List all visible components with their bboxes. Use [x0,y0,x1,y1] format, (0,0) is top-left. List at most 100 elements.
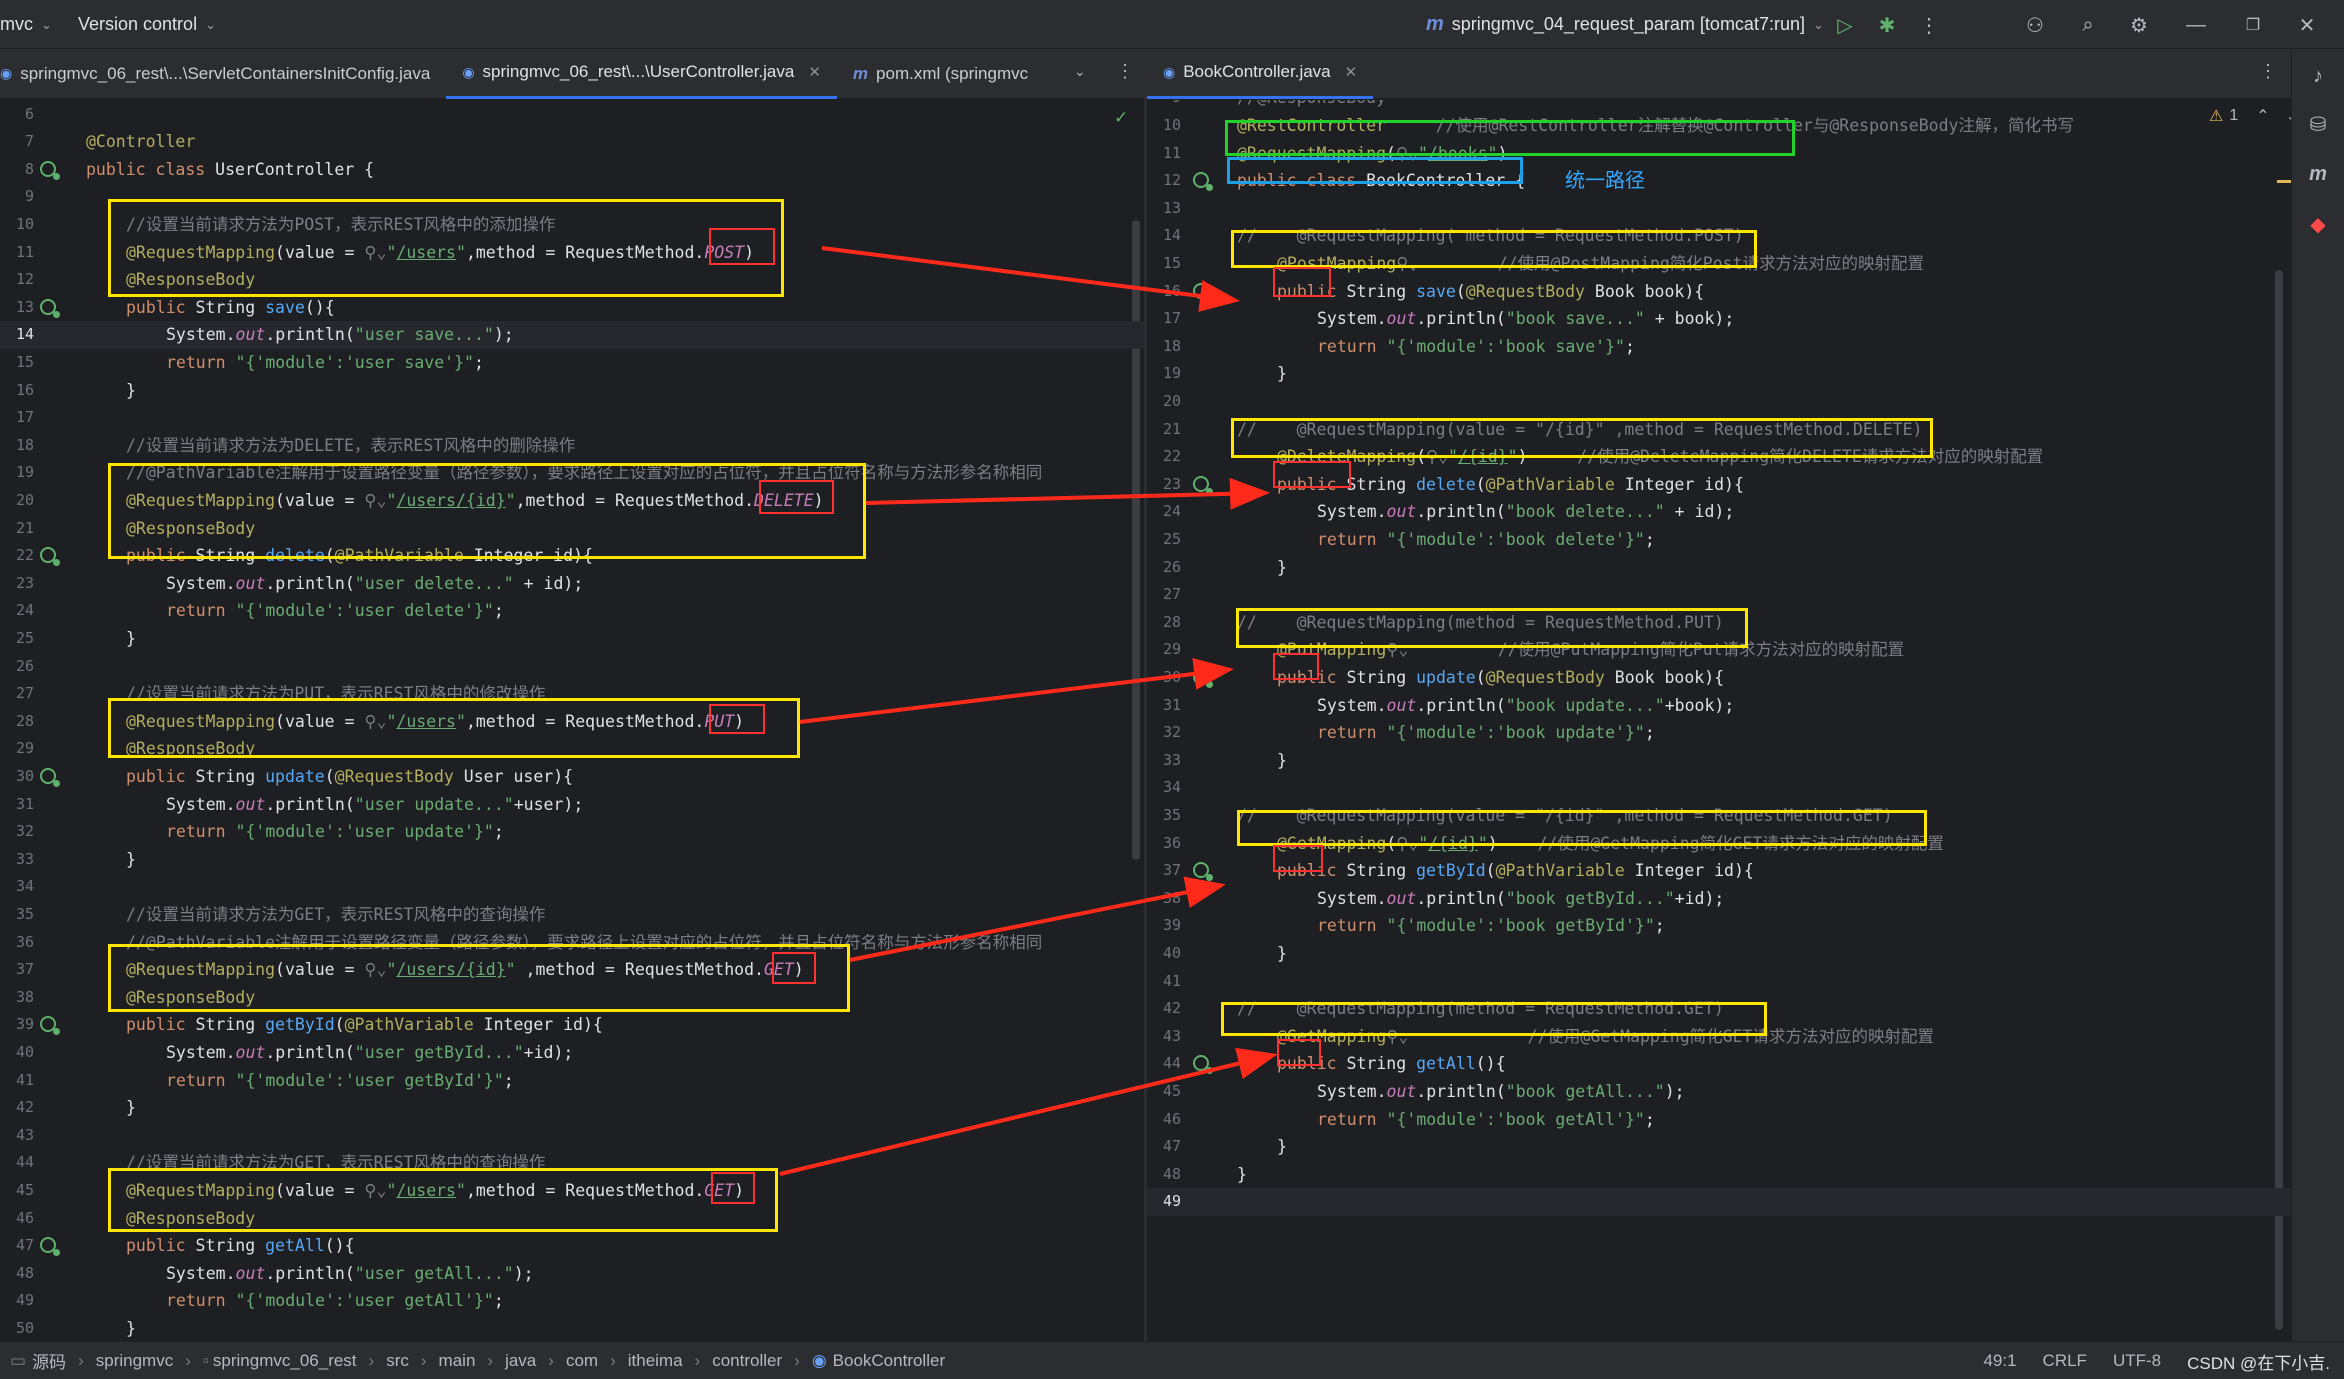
vcs-menu[interactable]: Version control ⌄ [78,0,216,49]
code-line: 15 return "{'module':'user save'}"; [15,352,484,372]
code-line: 6 [24,104,34,123]
code-line: 17 [15,408,34,427]
code-line: 37 @RequestMapping(value = ⚲⌄"/users/{id}… [15,960,804,980]
tab-label: springmvc_06_rest\...\ServletContainersI… [20,63,431,83]
breadcrumb-item[interactable]: itheima [628,1351,683,1371]
endpoint-gutter-icon [40,1016,60,1036]
code-line: 21 @ResponseBody [15,518,256,538]
endpoint-gutter-icon [40,767,60,787]
run-config-label: springmvc_04_request_param [tomcat7:run] [1451,14,1805,34]
run-icon[interactable]: ▷ [1830,10,1860,40]
code-line: 48} [1162,1164,1247,1184]
code-line: 14// @RequestMapping( method = RequestMe… [1162,226,1744,246]
search-icon[interactable]: ⌕ [2073,10,2103,40]
add-user-icon[interactable]: ⚇ [2020,10,2050,40]
code-line: 27 [1162,585,1181,604]
code-line: 23 public String delete(@PathVariable Int… [1162,474,1744,495]
settings-gear-icon[interactable]: ⚙ [2124,10,2154,40]
close-window-icon[interactable]: ✕ [2292,10,2322,40]
run-config-selector[interactable]: m springmvc_04_request_param [tomcat7:ru… [1426,0,1824,49]
code-line-current: 49 [1147,1188,2291,1216]
code-line: 31 System.out.println("user update..."+us… [15,794,584,814]
breadcrumb-item[interactable]: springmvc_06_rest [213,1351,357,1371]
code-line: 50} [15,1318,136,1338]
code-editor-book-controller[interactable]: ⚠ 1 ⌃ ⌄ 9//@ResponseBody 10@RestControll… [1147,100,2291,1341]
code-line: 41 return "{'module':'user getById'}"; [15,1070,514,1090]
close-tab-icon[interactable]: ✕ [808,63,821,81]
more-actions-icon[interactable]: ⋮ [1914,10,1944,40]
project-menu[interactable]: mvc ⌄ [0,0,52,49]
code-line: 44//设置当前请求方法为GET，表示REST风格中的查询操作 [15,1153,546,1173]
breadcrumb-item[interactable]: controller [712,1351,782,1371]
chevron-down-icon: ⌄ [1812,16,1824,32]
code-line: 38 System.out.println("book getById..."+i… [1162,888,1725,908]
code-line: 34 [15,877,34,896]
code-line: 33} [15,849,136,869]
code-line: 45 @RequestMapping(value = ⚲⌄"/users",met… [15,1180,745,1200]
code-line: 9//@ResponseBody [1147,100,2291,112]
code-line: 49 return "{'module':'user getAll'}"; [15,1291,504,1311]
endpoint-gutter-icon [1193,1055,1213,1075]
tabs-more-icon[interactable]: ⋮ [1116,61,1134,82]
tab-user-controller[interactable]: ◉ springmvc_06_rest\...\UserController.j… [446,49,837,99]
tab-pom-xml[interactable]: m pom.xml (springmvc [837,49,1044,99]
code-line: 40} [1162,944,1287,963]
code-line: 35// @RequestMapping(value = "/{id}" ,me… [1162,806,1893,825]
code-line: 39 public String getById(@PathVariable In… [15,1015,603,1036]
status-bar: ▭ 源码 › springmvc › ▫ springmvc_06_rest › sr… [0,1341,2344,1379]
code-line: 16 public String save(@RequestBody Book b… [1162,281,1705,302]
code-line: 25} [15,628,136,648]
breadcrumb-item[interactable]: springmvc [96,1351,173,1371]
breadcrumb-item[interactable]: java [505,1351,536,1371]
code-line: 38 @ResponseBody [15,987,256,1007]
breadcrumb-item[interactable]: main [439,1351,476,1371]
maven-icon[interactable]: m [2303,159,2333,189]
code-line: 22 @DeleteMapping(⚲⌄"/{id}") //使用@DeleteM… [1162,447,2044,467]
debug-icon[interactable]: ✱ [1872,10,1902,40]
endpoint-gutter-icon [1193,282,1213,302]
caret-position[interactable]: 49:1 [1983,1351,2016,1371]
code-line: 20 [1162,392,1181,410]
notifications-bell-icon[interactable]: ♪ [2303,61,2333,91]
tabs-dropdown-icon[interactable]: ⌄ [1074,63,1086,80]
code-line: 26} [1162,557,1287,577]
tab-book-controller[interactable]: ◉ BookController.java ✕ [1147,49,1374,99]
code-line: 32 return "{'module':'book update'}"; [1162,723,1655,743]
tabs-more-icon[interactable]: ⋮ [2259,61,2277,82]
line-ending[interactable]: CRLF [2043,1351,2087,1371]
folder-icon: ▭ [10,1350,27,1370]
class-c-icon: ◉ [0,65,13,81]
restore-icon[interactable]: ❐ [2238,10,2268,40]
code-line: 36//@PathVariable注解用于设置路径变量（路径参数），要求路径上设… [15,932,1043,952]
code-line: 10 @RestController //使用@RestController注解替… [1162,116,2074,135]
right-tool-window-bar: ♪ ⛁ m ◆ [2291,49,2344,1341]
code-line: 33} [1162,750,1287,770]
endpoint-gutter-icon [40,298,60,318]
code-line: 12 public class BookController { [1162,171,1526,192]
breadcrumb-item[interactable]: com [566,1351,598,1371]
vcs-menu-label: Version control [78,14,198,34]
breadcrumb-item[interactable]: BookController [833,1351,945,1371]
code-line: 11 @RequestMapping(⚲⌄"/books") [1162,143,1508,163]
code-line: 30 public String update(@RequestBody Book… [1162,668,1725,688]
file-encoding[interactable]: UTF-8 [2113,1351,2161,1371]
database-icon[interactable]: ⛁ [2303,109,2333,139]
status-widgets: 49:1 CRLF UTF-8 CSDN @在下小吉. [1983,1342,2330,1379]
class-c-icon: ◉ [811,1350,827,1370]
code-line: 19//@PathVariable注解用于设置路径变量（路径参数），要求路径上设… [15,463,1043,483]
tab-label: BookController.java [1183,62,1331,81]
breadcrumb-item[interactable]: 源码 [32,1348,66,1373]
endpoint-gutter-icon [40,1237,60,1257]
code-line: 48 System.out.println("user getAll..."); [15,1263,534,1283]
code-line: 25 return "{'module':'book delete'}"; [1162,530,1655,549]
module-icon: ▫ [202,1350,209,1370]
unified-path-note: 统一路径 [1565,170,1645,192]
code-line: 13 public String save(){ [15,297,335,318]
minimize-icon[interactable]: — [2181,10,2211,40]
close-tab-icon[interactable]: ✕ [1345,63,1358,81]
code-line: 29 @ResponseBody [15,739,256,759]
tab-servlet-containers-init-config[interactable]: ◉ springmvc_06_rest\...\ServletContainer… [0,49,446,99]
code-editor-user-controller[interactable]: ✓ 6 7 @Controller 8 public class UserContr… [0,100,1144,1341]
breadcrumb-item[interactable]: src [386,1351,409,1371]
plugin-bird-icon[interactable]: ◆ [2303,209,2333,239]
